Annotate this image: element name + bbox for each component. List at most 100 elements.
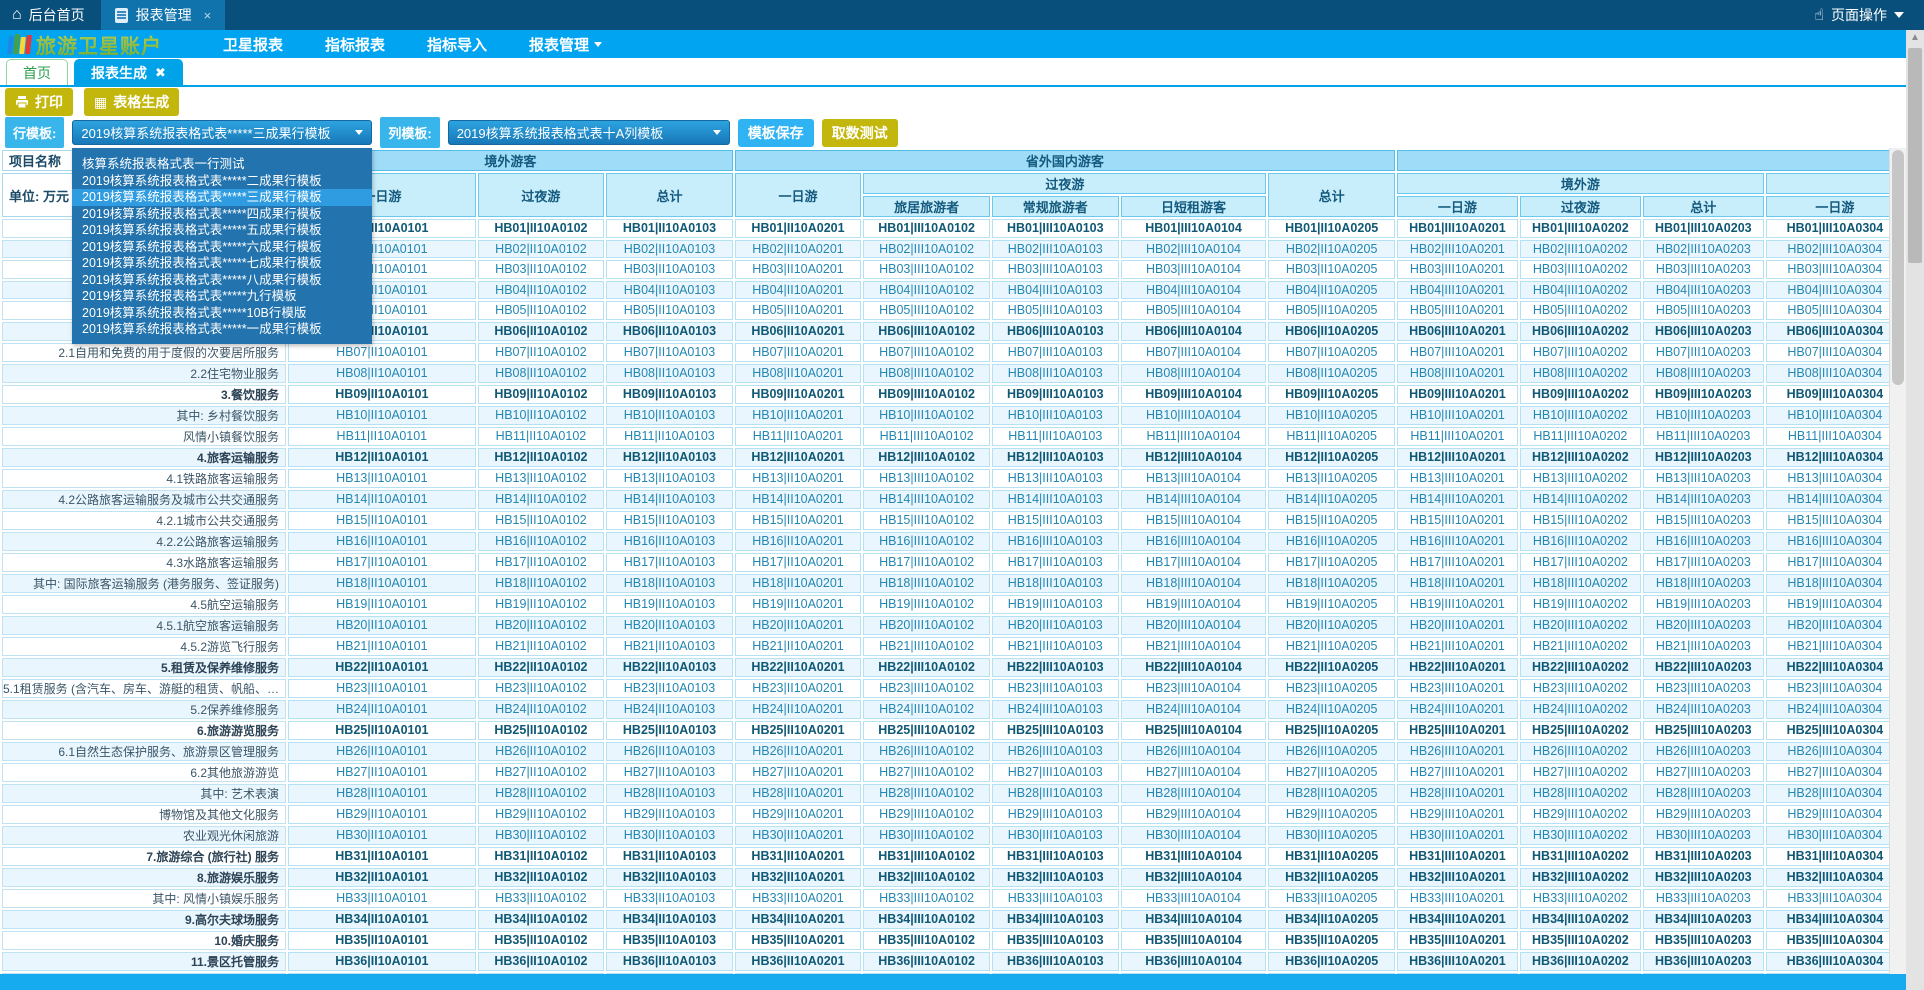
save-template-button[interactable]: 模板保存: [738, 119, 814, 147]
row-label: 4.2公路旅客运输服务及城市公共交通服务: [2, 490, 286, 509]
cell-code: HB03|II10A0102: [478, 260, 605, 279]
row-template-option-10[interactable]: 2019核算系统报表格式表*****一成果行模板: [72, 321, 372, 338]
cell-code: HB07|III10A0304: [1766, 343, 1904, 362]
row-template-select[interactable]: 2019核算系统报表格式表*****三成果行模板: [72, 120, 372, 145]
cell-code: HB30|III10A0201: [1397, 826, 1518, 845]
generate-table-button[interactable]: ▦ 表格生成: [84, 88, 179, 116]
cell-code: HB09|III10A0304: [1766, 385, 1904, 404]
tab-close-icon[interactable]: ✖: [155, 65, 166, 81]
cell-code: HB16|III10A0103: [992, 532, 1119, 551]
cell-code: HB15|II10A0101: [288, 511, 476, 530]
menu-item-1[interactable]: 指标报表: [325, 34, 385, 55]
cell-code: HB02|III10A0304: [1766, 240, 1904, 259]
topbar-tab-close-icon[interactable]: ×: [204, 8, 212, 23]
col-template-select[interactable]: 2019核算系统报表格式表十A列模板: [448, 120, 730, 145]
cell-code: HB29|II10A0102: [478, 805, 605, 824]
horizontal-scrollbar[interactable]: [0, 974, 1906, 990]
menu-item-3[interactable]: 报表管理: [529, 34, 602, 55]
cell-code: HB23|II10A0205: [1268, 679, 1395, 698]
cell-code: HB12|III10A0304: [1766, 448, 1904, 467]
cell-code: HB23|III10A0304: [1766, 679, 1904, 698]
cell-code: HB06|III10A0203: [1643, 322, 1764, 341]
cell-code: HB08|III10A0104: [1121, 364, 1267, 383]
cell-code: HB28|II10A0101: [288, 784, 476, 803]
cell-code: HB21|III10A0103: [992, 637, 1119, 656]
row-template-option-7[interactable]: 2019核算系统报表格式表*****八成果行模板: [72, 272, 372, 289]
menu-item-0[interactable]: 卫星报表: [223, 34, 283, 55]
cell-code: HB32|II10A0102: [478, 868, 605, 887]
cell-code: HB36|III10A0202: [1520, 952, 1641, 971]
cell-code: HB07|II10A0103: [606, 343, 733, 362]
page-scrollbar-thumb[interactable]: [1908, 48, 1922, 263]
cell-code: HB24|III10A0203: [1643, 700, 1764, 719]
cell-code: HB35|III10A0304: [1766, 931, 1904, 950]
cell-code: HB05|II10A0102: [478, 301, 605, 320]
cell-code: HB06|III10A0202: [1520, 322, 1641, 341]
cell-code: HB36|III10A0304: [1766, 952, 1904, 971]
tab-home[interactable]: 首页: [6, 59, 68, 85]
cell-code: HB09|III10A0104: [1121, 385, 1267, 404]
cell-code: HB02|II10A0103: [606, 240, 733, 259]
page-actions-menu[interactable]: ☝ 页面操作: [1794, 0, 1924, 30]
row-template-option-3[interactable]: 2019核算系统报表格式表*****四成果行模板: [72, 206, 372, 223]
cell-code: HB10|III10A0104: [1121, 406, 1267, 425]
row-label: 其中: 国际旅客运输服务 (港务服务、签证服务): [2, 574, 286, 593]
cell-code: HB10|II10A0102: [478, 406, 605, 425]
cell-code: HB25|II10A0101: [288, 721, 476, 740]
cell-code: HB36|II10A0103: [606, 952, 733, 971]
cell-code: HB30|III10A0304: [1766, 826, 1904, 845]
cell-code: HB34|III10A0102: [863, 910, 990, 929]
cell-code: HB32|II10A0205: [1268, 868, 1395, 887]
row-template-option-4[interactable]: 2019核算系统报表格式表*****五成果行模板: [72, 222, 372, 239]
cell-code: HB28|III10A0202: [1520, 784, 1641, 803]
cell-code: HB16|II10A0201: [735, 532, 862, 551]
grid-vertical-scrollbar[interactable]: [1889, 148, 1906, 974]
cell-code: HB07|II10A0101: [288, 343, 476, 362]
row-template-option-1[interactable]: 2019核算系统报表格式表*****二成果行模板: [72, 173, 372, 190]
cell-code: HB20|II10A0205: [1268, 616, 1395, 635]
cell-code: HB12|III10A0202: [1520, 448, 1641, 467]
cell-code: HB08|II10A0103: [606, 364, 733, 383]
row-template-option-0[interactable]: 核算系统报表格式表一行测试: [72, 156, 372, 173]
table-row-HB29: 博物馆及其他文化服务HB29|II10A0101HB29|II10A0102HB…: [2, 805, 1904, 824]
topbar-tab-report-management[interactable]: 报表管理 ×: [101, 0, 226, 30]
backend-home-button[interactable]: ⌂ 后台首页: [0, 0, 101, 30]
cell-code: HB09|III10A0203: [1643, 385, 1764, 404]
menu-item-2[interactable]: 指标导入: [427, 34, 487, 55]
cell-code: HB35|II10A0205: [1268, 931, 1395, 950]
cell-code: HB21|II10A0201: [735, 637, 862, 656]
cell-code: HB13|III10A0203: [1643, 469, 1764, 488]
cell-code: HB18|II10A0205: [1268, 574, 1395, 593]
cell-code: HB35|II10A0103: [606, 931, 733, 950]
cell-code: HB34|II10A0101: [288, 910, 476, 929]
table-row-HB30: 农业观光休闲旅游HB30|II10A0101HB30|II10A0102HB30…: [2, 826, 1904, 845]
cell-code: HB22|III10A0203: [1643, 658, 1764, 677]
cell-code: HB03|II10A0201: [735, 260, 862, 279]
row-template-option-9[interactable]: 2019核算系统报表格式表*****10B行模版: [72, 305, 372, 322]
cell-code: HB24|II10A0205: [1268, 700, 1395, 719]
cell-code: HB27|III10A0203: [1643, 763, 1764, 782]
row-template-option-8[interactable]: 2019核算系统报表格式表*****九行模板: [72, 288, 372, 305]
tab-report-generate[interactable]: 报表生成 ✖: [74, 59, 183, 85]
row-template-option-2[interactable]: 2019核算系统报表格式表*****三成果行模板: [72, 189, 372, 206]
row-label: 7.旅游综合 (旅行社) 服务: [2, 847, 286, 866]
cell-code: HB14|III10A0202: [1520, 490, 1641, 509]
grid-scrollbar-thumb[interactable]: [1892, 150, 1904, 385]
printer-icon: [15, 95, 29, 109]
cell-code: HB34|II10A0201: [735, 910, 862, 929]
fetch-test-button[interactable]: 取数测试: [822, 119, 898, 147]
brand-books-icon: [8, 34, 31, 54]
print-button[interactable]: 打印: [5, 88, 73, 116]
row-template-option-5[interactable]: 2019核算系统报表格式表*****六成果行模板: [72, 239, 372, 256]
cell-code: HB14|II10A0102: [478, 490, 605, 509]
leaf-header-6: 一日游: [1766, 196, 1904, 217]
cell-code: HB19|III10A0202: [1520, 595, 1641, 614]
page-vertical-scrollbar[interactable]: ▲: [1906, 30, 1924, 990]
table-row-HB26: 6.1自然生态保护服务、旅游景区管理服务HB26|II10A0101HB26|I…: [2, 742, 1904, 761]
cell-code: HB33|III10A0103: [992, 889, 1119, 908]
cell-code: HB20|III10A0103: [992, 616, 1119, 635]
cell-code: HB15|II10A0205: [1268, 511, 1395, 530]
cell-code: HB30|III10A0102: [863, 826, 990, 845]
row-template-option-6[interactable]: 2019核算系统报表格式表*****七成果行模板: [72, 255, 372, 272]
scroll-up-arrow-icon[interactable]: ▲: [1906, 30, 1924, 46]
